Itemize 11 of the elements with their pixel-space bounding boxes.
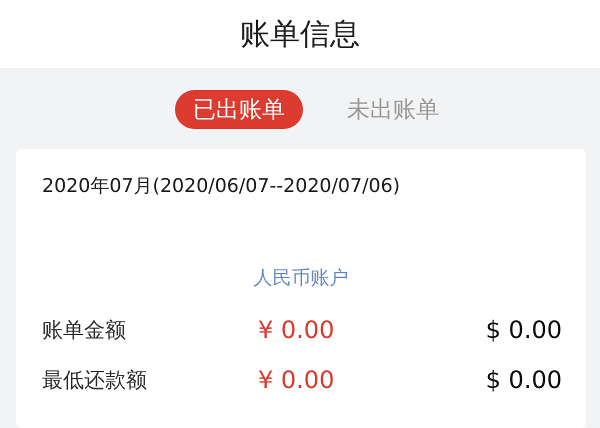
tab[interactable]: 未出账单 <box>329 90 457 129</box>
amount-label: 账单金额 <box>42 317 127 344</box>
rmb-amount: ¥ 0.00 <box>258 366 334 394</box>
rmb-amount: ¥ 0.00 <box>258 316 334 344</box>
usd-amount: $ 0.00 <box>486 366 562 394</box>
tab[interactable]: 已出账单 <box>175 90 303 129</box>
account-label: 人民币账户 <box>252 266 350 291</box>
page-title: 账单信息 <box>240 16 360 54</box>
usd-amount: $ 0.00 <box>486 316 562 344</box>
amount-label: 最低还款额 <box>42 367 148 394</box>
bill-period: 2020年07月(2020/06/07--2020/07/06) <box>42 174 402 199</box>
